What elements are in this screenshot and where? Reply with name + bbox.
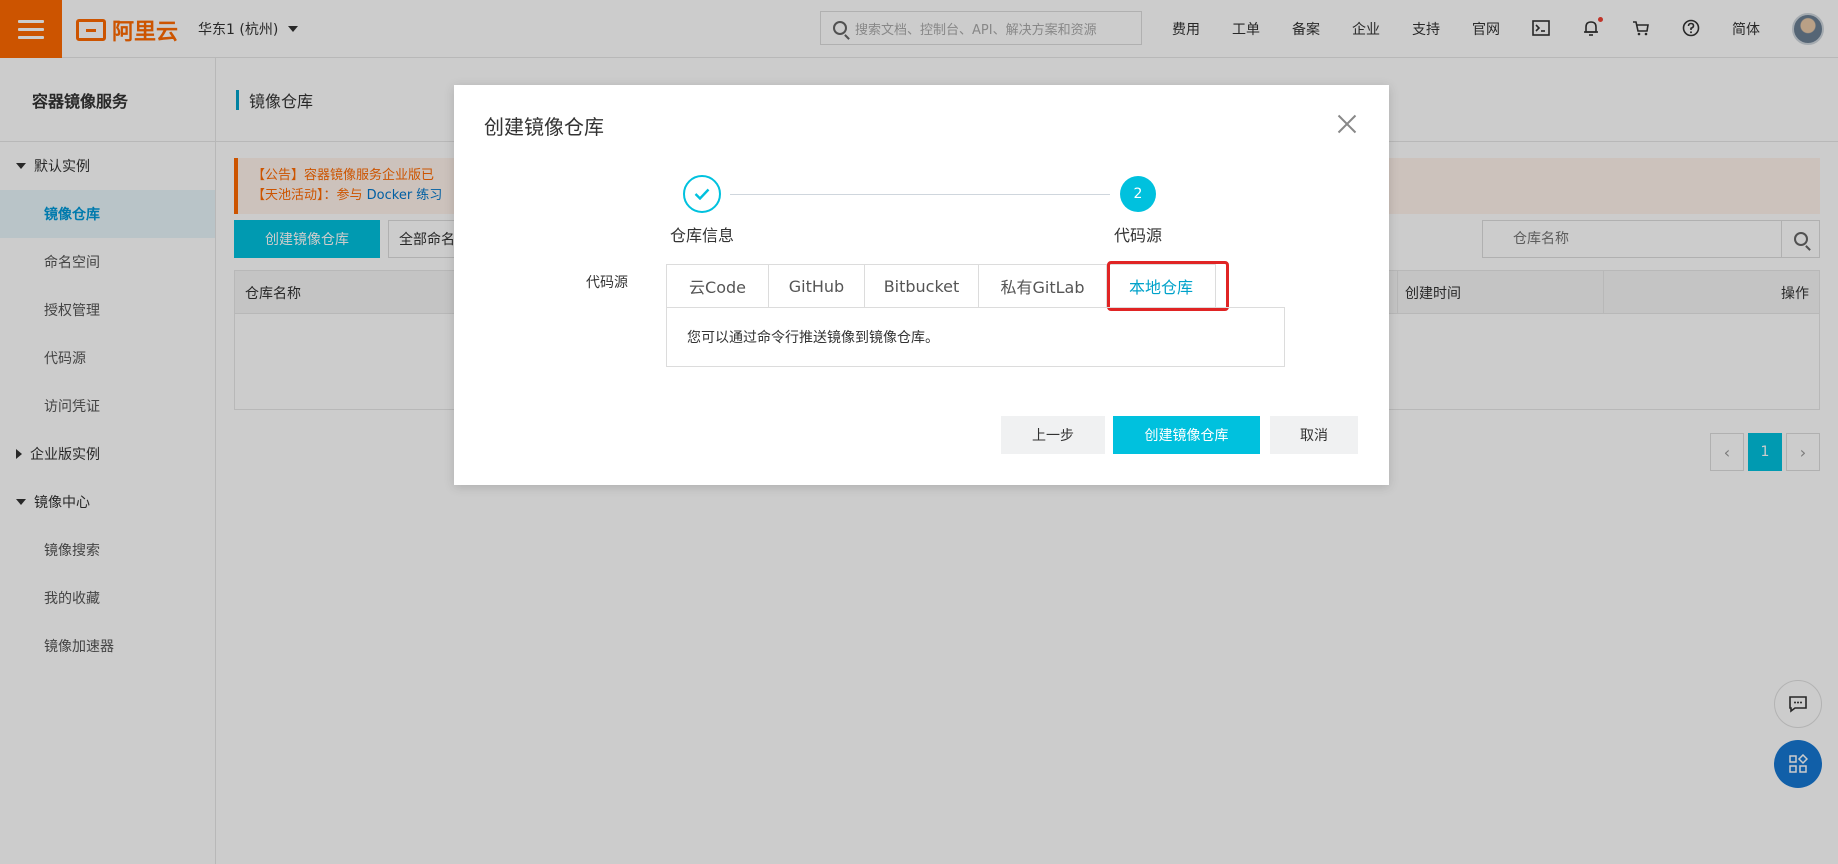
code-source-label: 代码源	[586, 275, 628, 291]
step-2-indicator: 2	[1120, 176, 1156, 212]
step-1-label: 仓库信息	[670, 226, 735, 245]
highlight-box	[1107, 261, 1229, 311]
tab-github[interactable]: GitHub	[768, 264, 864, 308]
tab-yun-code[interactable]: 云Code	[666, 264, 768, 308]
step-1-check-icon	[683, 175, 721, 213]
tab-private-gitlab[interactable]: 私有GitLab	[978, 264, 1106, 308]
create-repository-dialog: 创建镜像仓库 2 仓库信息 代码源 代码源 云Code GitHub Bitbu…	[454, 85, 1389, 485]
dialog-title: 创建镜像仓库	[484, 115, 604, 139]
create-repository-submit-button[interactable]: 创建镜像仓库	[1113, 416, 1260, 454]
previous-step-button[interactable]: 上一步	[1001, 416, 1105, 454]
stepper-line	[730, 194, 1110, 195]
cancel-button[interactable]: 取消	[1270, 416, 1358, 454]
step-2-label: 代码源	[1114, 226, 1163, 245]
tab-panel: 您可以通过命令行推送镜像到镜像仓库。	[666, 307, 1285, 367]
close-icon[interactable]	[1335, 112, 1359, 136]
tab-bitbucket[interactable]: Bitbucket	[864, 264, 978, 308]
